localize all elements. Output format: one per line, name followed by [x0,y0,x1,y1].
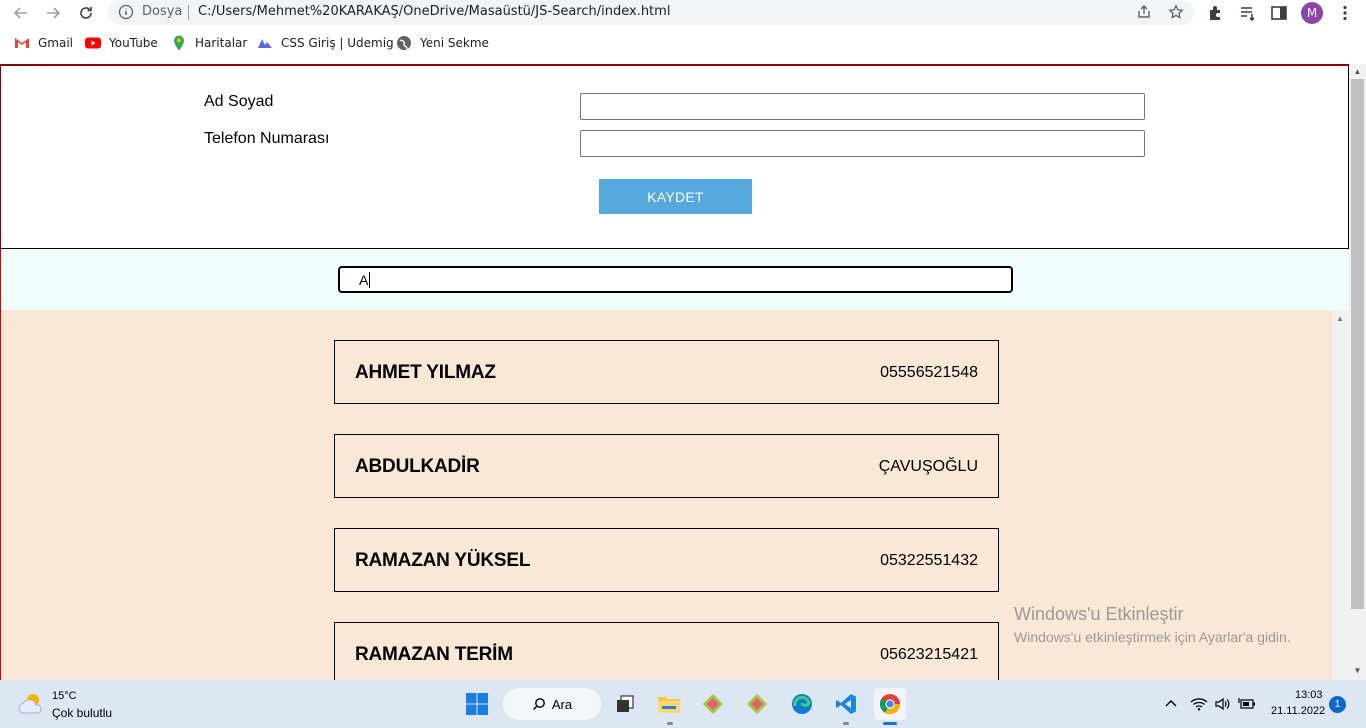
weather-cloud-icon[interactable] [16,691,46,717]
more-menu-icon[interactable] [1336,4,1354,22]
file-explorer-button[interactable] [653,688,685,720]
task-view-icon [617,695,634,712]
profile-avatar[interactable]: M [1301,2,1323,24]
bookmark-label: YouTube [109,36,158,50]
taskbar-search[interactable]: Ara [503,688,601,720]
search-input-value: A [359,272,369,288]
contact-name: ABDULKADİR [355,456,480,477]
app-running-indicator [667,722,673,725]
bookmark-haritalar[interactable]: Haritalar [171,35,247,51]
windows-taskbar: 15°C Çok bulutlu Ara 13:03 21.11.2022 1 [0,680,1366,728]
save-button[interactable]: KAYDET [599,179,752,214]
forward-button[interactable] [41,2,65,24]
text-caret [369,272,370,288]
back-button[interactable] [9,2,33,24]
reload-button[interactable] [74,2,98,24]
youtube-icon [85,35,101,51]
clock-time[interactable]: 13:03 [1295,689,1323,701]
arrow-right-icon [47,7,61,19]
url-text[interactable]: C:/Users/Mehmet%20KARAKAŞ/OneDrive/Masaü… [198,4,670,19]
bookmarks-bar: Gmail YouTube Haritalar CSS Giriş | Udem… [0,33,1366,55]
contact-card[interactable]: ABDULKADİR ÇAVUŞOĞLU [334,434,999,498]
name-label: Ad Soyad [204,93,274,110]
page-viewport: Ad Soyad Telefon Numarası KAYDET A AHMET… [0,63,1366,680]
reading-list-icon[interactable] [1239,4,1257,22]
task-view-button[interactable] [609,688,641,720]
search-icon [532,698,545,711]
battery-icon[interactable] [1238,695,1256,713]
udemig-icon [257,35,273,51]
git-tool-icon [703,694,723,714]
scroll-up-arrow-icon[interactable]: ▲ [1353,67,1362,76]
edge-button[interactable] [786,688,818,720]
list-scrollbar[interactable]: ▲ [1332,310,1349,680]
bookmark-yeni-sekme[interactable]: Yeni Sekme [396,35,489,51]
bookmark-label: Gmail [38,36,74,50]
extensions-icon[interactable] [1207,4,1225,22]
contact-name: RAMAZAN YÜKSEL [355,550,531,571]
activation-watermark-title: Windows'u Etkinleştir [1014,604,1184,624]
reload-icon [80,7,92,19]
git-app-button-2[interactable] [741,688,773,720]
contact-phone: ÇAVUŞOĞLU [878,458,978,475]
contact-name: RAMAZAN TERİM [355,644,513,665]
omnibox-divider [188,5,189,20]
gmail-icon [14,35,30,51]
contact-phone: 05623215421 [880,646,978,663]
address-bar[interactable]: Dosya C:/Users/Mehmet%20KARAKAŞ/OneDrive… [108,0,1194,25]
scroll-down-arrow-icon[interactable]: ▼ [1353,666,1362,675]
bookmark-label: Haritalar [195,36,248,50]
vscode-icon [836,694,856,714]
contact-card[interactable]: RAMAZAN TERİM 05623215421 [334,622,999,680]
name-input[interactable] [580,93,1145,120]
edge-browser-icon [792,694,812,714]
contact-card[interactable]: AHMET YILMAZ 05556521548 [334,340,999,404]
app-active-indicator [883,722,897,725]
arrow-left-icon [13,7,27,19]
info-icon[interactable] [118,4,134,20]
phone-input[interactable] [580,130,1145,157]
bookmark-label: CSS Giriş | Udemig [281,36,394,50]
bookmark-label: Yeni Sekme [420,36,489,50]
globe-icon [396,35,412,51]
page-scrollbar-thumb[interactable] [1351,79,1364,609]
weather-description[interactable]: Çok bulutlu [52,706,112,720]
contact-phone: 05322551432 [880,552,978,569]
contact-name: AHMET YILMAZ [355,362,496,383]
bookmark-udemig[interactable]: CSS Giriş | Udemig [257,35,394,51]
bookmark-youtube[interactable]: YouTube [85,35,158,51]
git-app-button[interactable] [697,688,729,720]
maps-icon [171,35,187,51]
tray-overflow-chevron-icon[interactable] [1162,695,1180,713]
notification-badge[interactable]: 1 [1329,696,1346,713]
search-section: A [0,249,1349,310]
folder-icon [658,697,680,713]
security-label: Dosya [142,4,183,19]
git-tool-icon [747,694,767,714]
search-input[interactable]: A [338,266,1013,293]
browser-toolbar: Dosya C:/Users/Mehmet%20KARAKAŞ/OneDrive… [0,0,1366,27]
wifi-icon[interactable] [1190,695,1208,713]
side-panel-icon[interactable] [1270,4,1288,22]
activation-watermark-subtitle: Windows'u etkinleştirmek için Ayarlar'a … [1014,629,1291,645]
contact-form: Ad Soyad Telefon Numarası KAYDET [0,64,1349,249]
bookmark-gmail[interactable]: Gmail [14,35,73,51]
chrome-browser-icon [879,694,901,715]
taskbar-search-label: Ara [551,696,573,712]
speaker-icon[interactable] [1214,695,1232,713]
weather-temperature[interactable]: 15°C [52,690,77,702]
start-button[interactable] [461,688,493,720]
phone-label: Telefon Numarası [204,130,330,147]
chrome-button[interactable] [874,688,906,720]
contact-phone: 05556521548 [880,364,978,381]
share-icon[interactable] [1136,4,1152,20]
windows-logo-icon [466,693,488,715]
clock-date[interactable]: 21.11.2022 [1271,705,1325,717]
vscode-button[interactable] [830,688,862,720]
star-icon[interactable] [1168,4,1184,20]
contact-card[interactable]: RAMAZAN YÜKSEL 05322551432 [334,528,999,592]
app-running-indicator [843,722,849,725]
scroll-up-arrow-icon[interactable]: ▲ [1336,314,1344,323]
